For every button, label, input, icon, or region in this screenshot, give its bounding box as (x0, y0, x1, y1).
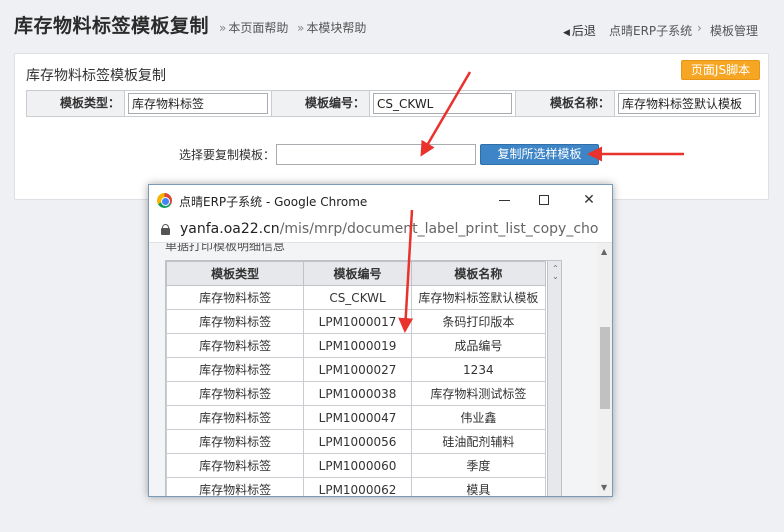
template-type-label: 模板类型： (27, 91, 125, 116)
clipped-heading: 单据打印模板明细信息 (165, 243, 286, 253)
cell-type: 库存物料标签 (166, 285, 305, 310)
page-title: 库存物料标签模板复制 (14, 15, 210, 37)
template-code-cell (370, 91, 516, 116)
panel-title: 库存物料标签模板复制 (26, 68, 166, 84)
popup-content: 单据打印模板明细信息 模板类型 模板编号 模板名称 库存物料标签 CS_CKWL 库… (149, 243, 597, 496)
help-module-label: 本模块帮助 (306, 21, 367, 35)
table-row[interactable]: 库存物料标签 LPM1000047 伟业鑫 (166, 405, 547, 430)
cell-name: 成品编号 (410, 333, 547, 358)
template-type-cell (125, 91, 272, 116)
table-row[interactable]: 库存物料标签 LPM1000060 季度 (166, 453, 547, 478)
select-template-input[interactable] (276, 144, 476, 165)
chooser-popup-window: 点晴ERP子系统 - Google Chrome ✕ yanfa.oa22.cn… (148, 184, 613, 497)
back-triangle-icon: ◀ (563, 28, 570, 38)
cell-code: LPM1000019 (303, 333, 412, 358)
back-button[interactable]: ◀ 后退 (563, 22, 596, 39)
popup-url[interactable]: yanfa.oa22.cn/mis/mrp/document_label_pri… (180, 221, 598, 237)
breadcrumb-system[interactable]: 点晴ERP子系统 (609, 22, 692, 39)
cell-name: 条码打印版本 (410, 309, 547, 334)
cell-type: 库存物料标签 (166, 309, 305, 334)
table-row[interactable]: 库存物料标签 LPM1000019 成品编号 (166, 333, 547, 358)
template-info-table: 模板类型： 模板编号： 模板名称： (26, 90, 760, 117)
cell-name: 模具 (410, 477, 547, 496)
template-table: 模板类型 模板编号 模板名称 库存物料标签 CS_CKWL 库存物料标签默认模板 库… (166, 261, 547, 496)
cell-code: LPM1000056 (303, 429, 412, 454)
url-domain: yanfa.oa22.cn (180, 221, 280, 237)
maximize-box (539, 195, 549, 205)
table-row[interactable]: 库存物料标签 LPM1000062 模具 (166, 477, 547, 496)
page-header: 库存物料标签模板复制 » 本页面帮助 » 本模块帮助 ◀ 后退 点晴ERP子系统 › … (0, 0, 784, 52)
table-row[interactable]: 库存物料标签 LPM1000038 库存物料测试标签 (166, 381, 547, 406)
back-label: 后退 (571, 24, 596, 38)
cell-code: LPM1000047 (303, 405, 412, 430)
cell-type: 库存物料标签 (166, 429, 305, 454)
cell-type: 库存物料标签 (166, 453, 305, 478)
table-row[interactable]: 库存物料标签 CS_CKWL 库存物料标签默认模板 (166, 285, 547, 310)
table-row[interactable]: 库存物料标签 LPM1000017 条码打印版本 (166, 309, 547, 334)
breadcrumb-separator: › (697, 21, 702, 35)
table-scrollbar[interactable]: ⌃ ⌄ (547, 261, 561, 496)
page-js-button[interactable]: 页面JS脚本 (681, 60, 760, 80)
cell-name: 季度 (410, 453, 547, 478)
cell-type: 库存物料标签 (166, 381, 305, 406)
scroll-down-icon[interactable]: ▼ (601, 483, 607, 492)
select-template-label: 选择要复制模板： (179, 148, 276, 162)
header-code: 模板编号 (303, 261, 412, 286)
cell-name: 库存物料标签默认模板 (410, 285, 547, 310)
template-name-cell (615, 91, 759, 116)
cell-name: 伟业鑫 (410, 405, 547, 430)
cell-name: 硅油配剂辅料 (410, 429, 547, 454)
popup-url-bar[interactable]: yanfa.oa22.cn/mis/mrp/document_label_pri… (149, 216, 612, 243)
help-page-link[interactable]: » 本页面帮助 (219, 19, 288, 36)
header-type: 模板类型 (166, 261, 305, 286)
popup-title: 点晴ERP子系统 - Google Chrome (179, 195, 368, 209)
copy-template-button[interactable]: 复制所选样模板 (480, 144, 599, 165)
popup-scrollbar[interactable]: ▲ ▼ (597, 243, 612, 496)
scroll-up-icon[interactable]: ▲ (601, 247, 607, 256)
cell-type: 库存物料标签 (166, 405, 305, 430)
breadcrumb-page[interactable]: 模板管理 (710, 22, 758, 39)
maximize-icon[interactable] (533, 190, 555, 210)
help-arrow: » (219, 21, 227, 35)
cell-name: 库存物料测试标签 (410, 381, 547, 406)
cell-code: LPM1000017 (303, 309, 412, 334)
template-code-label: 模板编号： (272, 91, 370, 116)
cell-code: LPM1000038 (303, 381, 412, 406)
template-name-label: 模板名称： (516, 91, 615, 116)
help-arrow: » (297, 21, 305, 35)
cell-type: 库存物料标签 (166, 477, 305, 496)
copy-panel: 库存物料标签模板复制 页面JS脚本 模板类型： 模板编号： 模板名称： 选择要复… (14, 53, 769, 200)
cell-code: LPM1000027 (303, 357, 412, 382)
lock-icon (161, 224, 170, 235)
url-path: /mis/mrp/document_label_print_list_copy_… (279, 221, 598, 237)
template-type-input[interactable] (128, 93, 268, 114)
minimize-icon[interactable] (494, 190, 516, 210)
lock-body (161, 228, 170, 235)
popup-titlebar[interactable]: 点晴ERP子系统 - Google Chrome ✕ (149, 185, 612, 216)
close-icon[interactable]: ✕ (578, 190, 600, 210)
help-module-link[interactable]: » 本模块帮助 (297, 19, 366, 36)
sort-icon[interactable]: ⌃ ⌄ (550, 265, 561, 281)
cell-code: CS_CKWL (303, 285, 412, 310)
scroll-thumb[interactable] (600, 327, 610, 409)
table-header-row: 模板类型 模板编号 模板名称 (166, 261, 547, 286)
minimize-bar (499, 200, 510, 201)
header-name: 模板名称 (410, 261, 547, 286)
cell-type: 库存物料标签 (166, 357, 305, 382)
cell-name: 1234 (410, 357, 547, 382)
template-name-input[interactable] (618, 93, 756, 114)
template-list: 模板类型 模板编号 模板名称 库存物料标签 CS_CKWL 库存物料标签默认模板 库… (165, 260, 562, 496)
table-row[interactable]: 库存物料标签 LPM1000056 硅油配剂辅料 (166, 429, 547, 454)
table-row[interactable]: 库存物料标签 LPM1000027 1234 (166, 357, 547, 382)
chrome-logo-icon (157, 193, 172, 208)
cell-type: 库存物料标签 (166, 333, 305, 358)
cell-code: LPM1000062 (303, 477, 412, 496)
help-page-label: 本页面帮助 (228, 21, 289, 35)
cell-code: LPM1000060 (303, 453, 412, 478)
template-code-input[interactable] (373, 93, 512, 114)
